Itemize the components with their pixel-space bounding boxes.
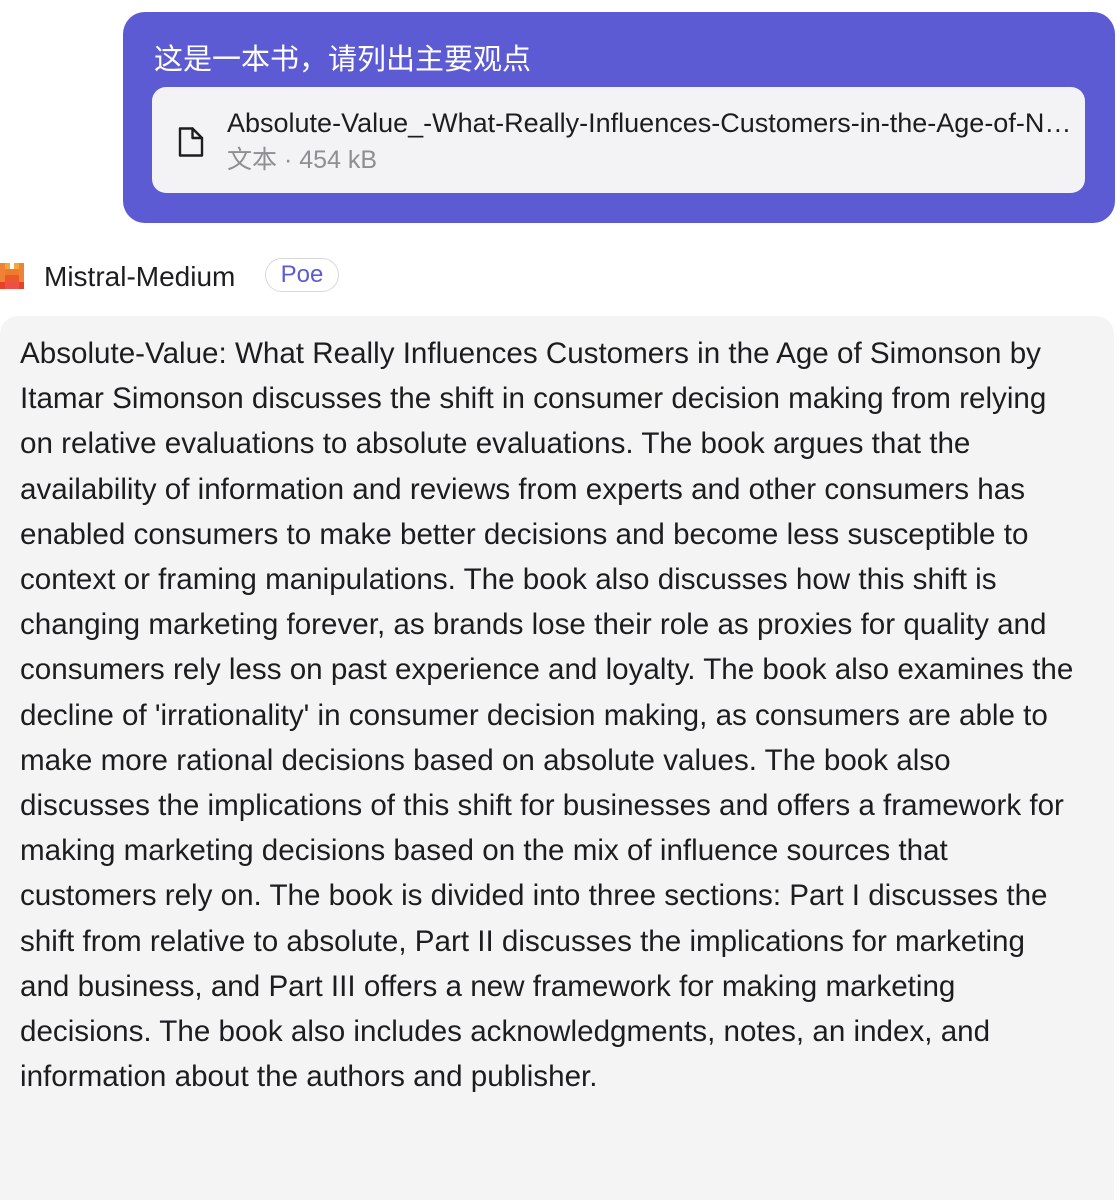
attachment-file-type: 文本 — [227, 146, 278, 174]
attachment-file-size: 454 kB — [299, 146, 378, 174]
file-attachment-card[interactable]: Absolute-Value_-What-Really-Influences-C… — [152, 87, 1085, 193]
attachment-meta: 文本 · 454 kB — [227, 146, 378, 174]
bot-header: Mistral-Medium Poe — [0, 256, 700, 298]
bot-name[interactable]: Mistral-Medium — [44, 257, 235, 297]
attachment-file-name: Absolute-Value_-What-Really-Influences-C… — [227, 108, 1072, 138]
bot-message-text: Absolute-Value: What Really Influences C… — [20, 337, 1074, 1094]
bot-message-bubble: Absolute-Value: What Really Influences C… — [0, 316, 1114, 1200]
chat-view: 这是一本书，请列出主要观点 Absolute-Value_-What-Reall… — [0, 0, 1120, 1200]
user-message-bubble: 这是一本书，请列出主要观点 Absolute-Value_-What-Reall… — [123, 12, 1115, 223]
mistral-logo-icon[interactable] — [0, 263, 24, 289]
user-message-text: 这是一本书，请列出主要观点 — [154, 44, 532, 76]
document-icon — [176, 125, 206, 159]
poe-badge[interactable]: Poe — [265, 258, 339, 292]
